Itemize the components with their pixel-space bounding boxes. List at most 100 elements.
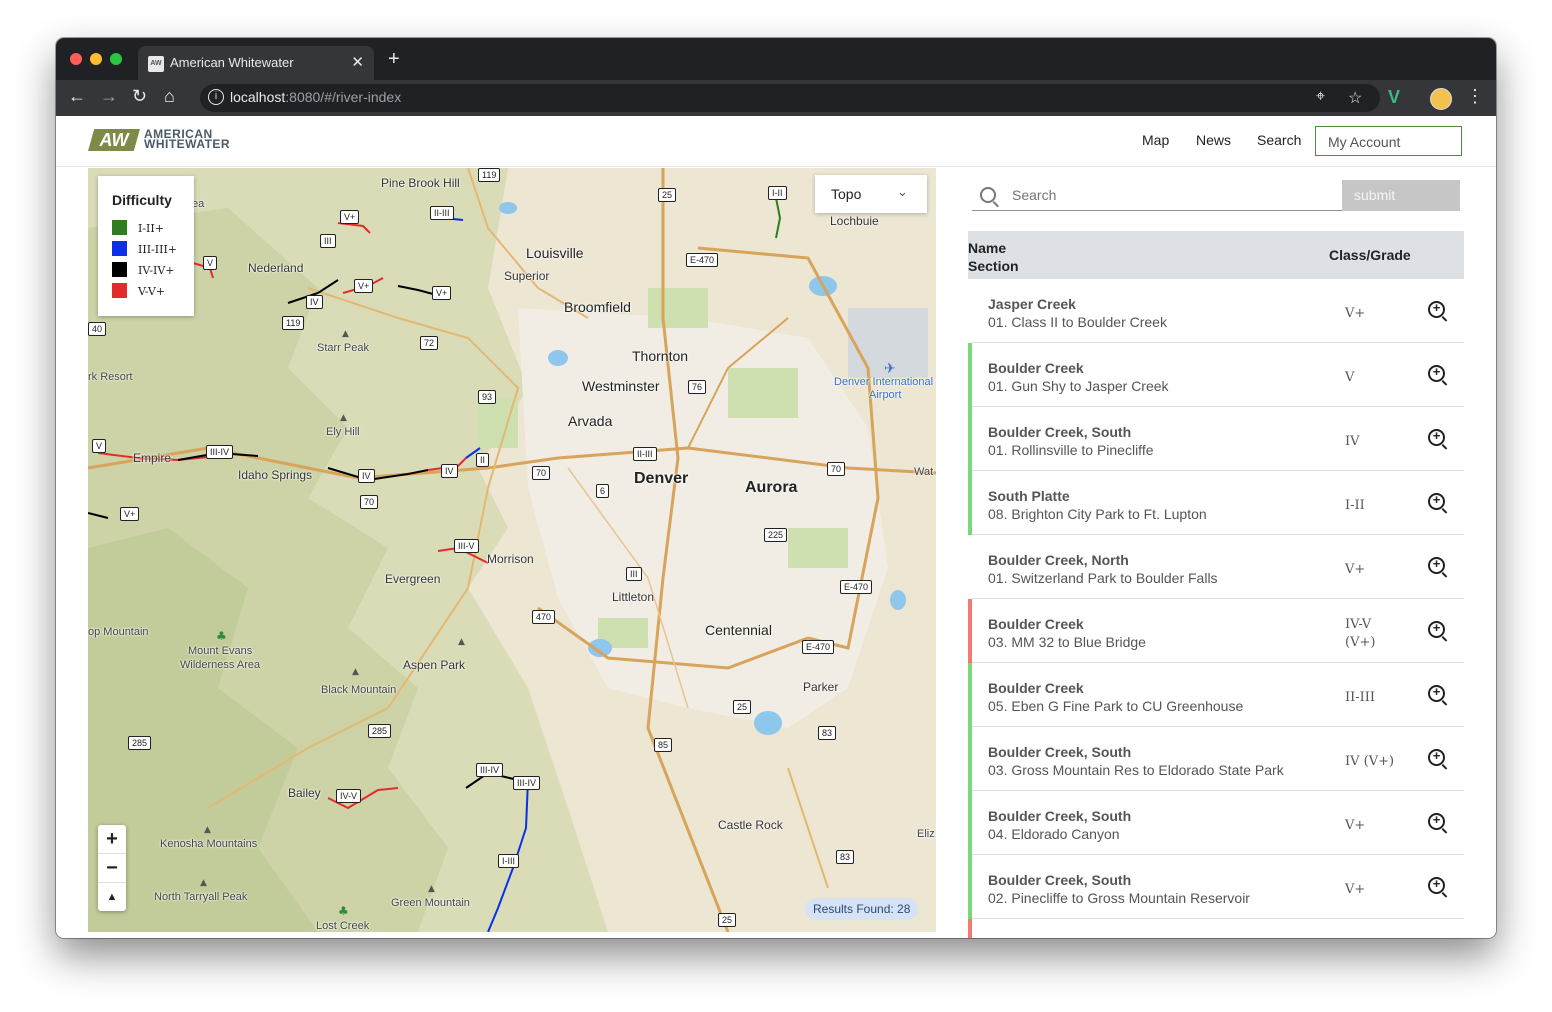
river-class-tag[interactable]: I-II xyxy=(768,186,787,200)
site-info-icon[interactable]: i xyxy=(208,89,224,105)
tab-close-icon[interactable]: ✕ xyxy=(351,53,364,71)
browser-tab[interactable]: AW American Whitewater ✕ xyxy=(138,46,374,80)
river-class-tag[interactable]: I-III xyxy=(498,854,519,868)
table-row[interactable]: Boulder Creek 03. MM 32 to Blue Bridge I… xyxy=(968,599,1464,663)
table-row[interactable]: Boulder Creek, South 03. Gross Mountain … xyxy=(968,727,1464,791)
location-icon[interactable]: ⌖ xyxy=(1316,88,1325,106)
place-evergreen: Evergreen xyxy=(385,572,441,586)
zoom-in-button[interactable]: + xyxy=(98,825,126,854)
river-section: 04. Eldorado Canyon xyxy=(988,826,1120,842)
zoom-control: + − ▲ xyxy=(98,825,126,911)
difficulty-legend: Difficulty I-II+ III-III+ IV-IV+ V-V+ xyxy=(98,176,194,316)
river-class-tag[interactable]: III-V xyxy=(454,539,479,553)
site-header: AW AMERICAN WHITEWATER Map News Search M… xyxy=(56,116,1496,167)
zoom-to-river-icon[interactable] xyxy=(1428,620,1445,638)
river-class-tag[interactable]: III xyxy=(320,234,336,248)
zoom-out-button[interactable]: − xyxy=(98,854,126,883)
new-tab-icon[interactable]: + xyxy=(388,48,400,71)
close-window-button[interactable] xyxy=(70,53,82,65)
nav-search[interactable]: Search xyxy=(1257,132,1301,148)
nav-news[interactable]: News xyxy=(1196,132,1231,148)
zoom-to-river-icon[interactable] xyxy=(1428,876,1445,894)
zoom-to-river-icon[interactable] xyxy=(1428,492,1445,510)
river-grade: V+ xyxy=(1345,882,1366,897)
river-class-tag[interactable]: V xyxy=(92,439,107,453)
zoom-to-river-icon[interactable] xyxy=(1428,300,1445,318)
back-icon[interactable]: ← xyxy=(68,86,86,107)
table-row[interactable] xyxy=(968,919,1464,938)
river-name: Jasper Creek xyxy=(988,296,1076,312)
basemap-select[interactable]: Topo ⌄ xyxy=(815,175,927,213)
zoom-to-river-icon[interactable] xyxy=(1428,684,1445,702)
river-name: Boulder Creek, North xyxy=(988,552,1129,568)
river-class-tag[interactable]: III xyxy=(626,567,642,581)
vue-devtools-icon[interactable]: V xyxy=(1388,87,1400,108)
river-grade: I-II xyxy=(1345,498,1365,513)
table-row[interactable]: Jasper Creek 01. Class II to Boulder Cre… xyxy=(968,279,1464,343)
table-row[interactable]: Boulder Creek, South 02. Pinecliffe to G… xyxy=(968,855,1464,919)
place-eliz: Eliz xyxy=(917,828,935,840)
browser-titlebar: AW American Whitewater ✕ + xyxy=(56,38,1496,80)
compass-icon[interactable]: ▲ xyxy=(98,883,126,911)
zoom-to-river-icon[interactable] xyxy=(1428,748,1445,766)
zoom-to-river-icon[interactable] xyxy=(1428,428,1445,446)
river-class-tag[interactable]: V+ xyxy=(354,279,374,293)
river-class-tag[interactable]: IV xyxy=(358,469,375,483)
highway-shield: 470 xyxy=(532,610,556,624)
col-header-name[interactable]: Name Section xyxy=(968,239,1019,275)
river-class-tag[interactable]: III-IV xyxy=(476,763,504,777)
place-westminster: Westminster xyxy=(582,378,660,394)
forward-icon[interactable]: → xyxy=(100,86,118,107)
table-row[interactable]: Boulder Creek 05. Eben G Fine Park to CU… xyxy=(968,663,1464,727)
zoom-to-river-icon[interactable] xyxy=(1428,364,1445,382)
table-row[interactable]: Boulder Creek, North 01. Switzerland Par… xyxy=(968,535,1464,599)
river-class-tag[interactable]: V+ xyxy=(340,210,360,224)
river-class-tag[interactable]: II-III xyxy=(430,206,454,220)
svg-text:▲: ▲ xyxy=(428,884,435,894)
place-airport: Airport xyxy=(869,389,902,401)
table-row[interactable]: South Platte 08. Brighton City Park to F… xyxy=(968,471,1464,535)
river-class-tag[interactable]: IV-V xyxy=(336,789,362,803)
table-row[interactable]: Boulder Creek, South 01. Rollinsville to… xyxy=(968,407,1464,471)
bookmark-star-icon[interactable]: ☆ xyxy=(1348,88,1362,108)
river-map[interactable]: ✈ ▲ ▲ ▲ ▲ ▲ ▲ ▲ ♣ ♣ Denver Aurora Thornt… xyxy=(88,168,936,932)
tab-title: American Whitewater xyxy=(170,55,294,70)
maximize-window-button[interactable] xyxy=(110,53,122,65)
browser-menu-icon[interactable]: ⋮ xyxy=(1466,86,1484,107)
river-class-tag[interactable]: III-IV xyxy=(206,445,234,459)
river-class-tag[interactable]: III-IV xyxy=(513,776,541,790)
river-class-tag[interactable]: V+ xyxy=(432,286,452,300)
minimize-window-button[interactable] xyxy=(90,53,102,65)
table-row[interactable]: Boulder Creek 01. Gun Shy to Jasper Cree… xyxy=(968,343,1464,407)
place-broomfield: Broomfield xyxy=(564,299,631,315)
zoom-to-river-icon[interactable] xyxy=(1428,556,1445,574)
highway-shield: 40 xyxy=(88,322,107,336)
river-class-tag[interactable]: V+ xyxy=(120,507,140,521)
place-castle-rock: Castle Rock xyxy=(718,818,783,832)
river-class-tag[interactable]: IV xyxy=(441,464,458,478)
difficulty-bar xyxy=(968,663,972,727)
profile-avatar[interactable] xyxy=(1430,88,1452,110)
highway-shield: 25 xyxy=(658,188,677,202)
col-header-grade[interactable]: Class/Grade xyxy=(1329,247,1411,263)
submit-button[interactable]: submit xyxy=(1342,180,1460,211)
river-class-tag[interactable]: V xyxy=(203,256,218,270)
reload-icon[interactable]: ↻ xyxy=(132,86,147,107)
river-class-tag[interactable]: II-III xyxy=(633,447,657,461)
search-input[interactable] xyxy=(972,180,1342,211)
aw-logo[interactable]: AW AMERICAN WHITEWATER xyxy=(88,128,273,151)
river-class-tag[interactable]: II xyxy=(476,453,490,467)
difficulty-bar xyxy=(968,279,972,343)
river-class-tag[interactable]: IV xyxy=(306,295,323,309)
home-icon[interactable]: ⌂ xyxy=(164,86,175,107)
nav-map[interactable]: Map xyxy=(1142,132,1169,148)
place-wat: Wat xyxy=(914,466,934,478)
table-row[interactable]: Boulder Creek, South 04. Eldorado Canyon… xyxy=(968,791,1464,855)
highway-shield: 285 xyxy=(368,724,392,738)
zoom-to-river-icon[interactable] xyxy=(1428,812,1445,830)
my-account-button[interactable]: My Account xyxy=(1315,126,1462,156)
place-mount-evans: Mount Evans xyxy=(188,645,253,657)
address-bar[interactable]: i localhost:8080/#/river-index ⌖ ☆ xyxy=(200,84,1380,112)
difficulty-bar xyxy=(968,791,972,855)
highway-shield: 25 xyxy=(718,913,737,927)
